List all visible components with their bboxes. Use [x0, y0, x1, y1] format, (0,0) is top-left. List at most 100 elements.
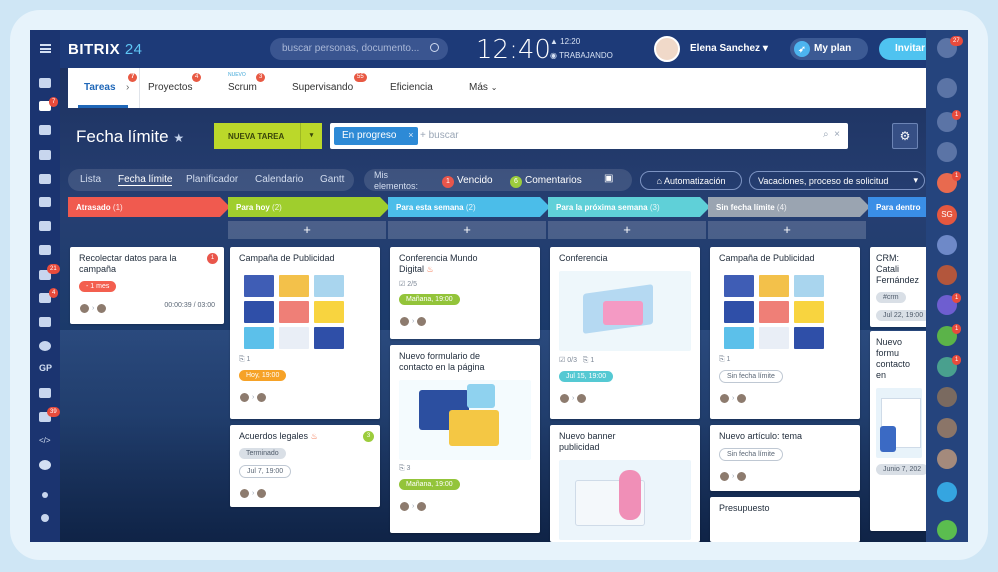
- avatar[interactable]: [719, 471, 730, 483]
- task-card[interactable]: CRM: Catali Fernández #crm Jul 22, 19:00: [870, 247, 931, 327]
- tab-scrum[interactable]: NUEVO Scrum 3: [228, 72, 266, 93]
- menu-icon[interactable]: [40, 44, 51, 53]
- deadline-tag[interactable]: Jul 15, 19:00: [559, 371, 614, 382]
- column-header[interactable]: Para la próxima semana (3): [548, 197, 710, 217]
- my-plan-button[interactable]: ➶ My plan: [790, 38, 868, 60]
- box-icon[interactable]: [39, 388, 51, 398]
- new-task-button[interactable]: NUEVA TAREA ▾: [214, 123, 322, 149]
- avatar[interactable]: [79, 303, 90, 315]
- deadline-tag[interactable]: Sin fecha límite: [719, 448, 783, 461]
- overdue-counter[interactable]: 1 Vencido: [442, 175, 493, 188]
- star-icon[interactable]: ★: [173, 131, 184, 145]
- mail-icon[interactable]: [39, 221, 51, 231]
- feed-icon[interactable]: [39, 78, 51, 88]
- view-gantt[interactable]: Gantt: [320, 174, 344, 185]
- tab-tareas[interactable]: Tareas 7: [84, 73, 138, 93]
- task-card[interactable]: Presupuesto: [710, 497, 860, 542]
- avatar[interactable]: [416, 501, 428, 513]
- add-task-button[interactable]: +: [388, 221, 546, 239]
- filter-search[interactable]: En progreso × + buscar ⌕ ×: [330, 123, 848, 149]
- contacts-icon[interactable]: [39, 245, 51, 255]
- tab-eficiencia[interactable]: Eficiencia: [390, 82, 433, 93]
- column-header[interactable]: Sin fecha límite (4): [708, 197, 870, 217]
- avatar[interactable]: [96, 303, 108, 315]
- avatar[interactable]: [239, 488, 250, 500]
- search-input[interactable]: buscar personas, documento...: [270, 38, 448, 60]
- search-icon[interactable]: [937, 142, 957, 162]
- share-icon[interactable]: [937, 482, 957, 502]
- drive-icon[interactable]: [39, 174, 51, 184]
- bell-icon[interactable]: [937, 78, 957, 98]
- tab-proyectos[interactable]: Proyectos 4: [148, 73, 202, 93]
- deadline-tag[interactable]: Jul 22, 19:00: [876, 310, 931, 321]
- tab-supervisando[interactable]: Supervisando 55: [292, 73, 367, 93]
- comments-counter[interactable]: 6 Comentarios: [510, 175, 582, 188]
- add-task-button[interactable]: +: [228, 221, 386, 239]
- video-icon[interactable]: [39, 317, 51, 327]
- gp-label[interactable]: GP: [39, 363, 52, 373]
- user-name[interactable]: Elena Sanchez ▾: [690, 43, 768, 54]
- deadline-tag[interactable]: Mañana, 19:00: [399, 479, 460, 490]
- avatar[interactable]: [399, 501, 410, 513]
- avatar[interactable]: [416, 316, 428, 328]
- view-calendario[interactable]: Calendario: [255, 174, 303, 185]
- avatar[interactable]: [736, 393, 748, 405]
- code-icon[interactable]: </>: [39, 436, 51, 446]
- task-card[interactable]: Nuevo banner publicidad: [550, 425, 700, 542]
- phone-icon[interactable]: [937, 520, 957, 540]
- avatar[interactable]: SG: [937, 205, 957, 225]
- close-icon[interactable]: ×: [408, 130, 413, 140]
- deadline-tag[interactable]: Jul 7, 19:00: [239, 465, 292, 478]
- avatar[interactable]: [256, 488, 268, 500]
- task-card[interactable]: Nuevo artículo: tema Sin fecha límite ›: [710, 425, 860, 491]
- task-card[interactable]: Recolectar datos para la campaña 1 - 1 m…: [70, 247, 224, 324]
- avatar[interactable]: [937, 387, 957, 407]
- column-header[interactable]: Para hoy (2): [228, 197, 390, 217]
- logo[interactable]: BITRIX 24: [68, 41, 143, 58]
- target-icon[interactable]: [39, 341, 51, 351]
- view-fecha-limite[interactable]: Fecha límite: [118, 174, 173, 186]
- user-avatar[interactable]: [654, 36, 680, 62]
- add-task-button[interactable]: +: [548, 221, 706, 239]
- avatar[interactable]: [576, 393, 588, 405]
- avatar[interactable]: [719, 393, 730, 405]
- view-lista[interactable]: Lista: [80, 174, 101, 185]
- view-planificador[interactable]: Planificador: [186, 174, 238, 185]
- task-card[interactable]: Conferencia ☑ 0/3 ⎘ 1 Jul 15, 19:00 ›: [550, 247, 700, 419]
- avatar[interactable]: [399, 316, 410, 328]
- avatar[interactable]: [937, 418, 957, 438]
- chat-icon[interactable]: ▣: [604, 173, 613, 184]
- task-card[interactable]: Nuevo formulario de contacto en la págin…: [390, 345, 540, 533]
- task-card[interactable]: Campaña de Publicidad ⎘ 1 Sin fecha lími…: [710, 247, 860, 419]
- automation-button[interactable]: ⌂ Automatización: [640, 171, 742, 190]
- avatar[interactable]: [256, 392, 268, 404]
- deadline-tag[interactable]: Sin fecha límite: [719, 370, 783, 383]
- avatar[interactable]: [736, 471, 748, 483]
- search-icon[interactable]: ⌕ ×: [823, 129, 840, 140]
- tab-mas[interactable]: Más ⌄: [469, 82, 497, 93]
- column-header[interactable]: Atrasado (1): [68, 197, 230, 217]
- gear-icon[interactable]: ⚙: [892, 123, 918, 149]
- column-header[interactable]: Para dentro: [868, 197, 926, 217]
- add-task-button[interactable]: +: [708, 221, 866, 239]
- chevron-down-icon[interactable]: [39, 460, 51, 470]
- column-header[interactable]: Para esta semana (2): [388, 197, 550, 217]
- clock-meta[interactable]: ▲ 12:20 ◉ TRABAJANDO: [550, 35, 613, 63]
- task-card[interactable]: Conferencia Mundo Digital ♨ ☑ 2/5 Mañana…: [390, 247, 540, 339]
- deadline-tag[interactable]: Junio 7, 202: [876, 464, 929, 475]
- task-card[interactable]: Nuevo formu contacto en Junio 7, 202: [870, 331, 929, 531]
- vacations-dropdown[interactable]: Vacaciones, proceso de solicitud ▾: [749, 171, 925, 190]
- deadline-tag[interactable]: - 1 mes: [79, 281, 117, 292]
- avatar[interactable]: [239, 392, 250, 404]
- task-card[interactable]: Acuerdos legales ♨ 3 Terminado Jul 7, 19…: [230, 425, 380, 507]
- filter-chip[interactable]: En progreso ×: [334, 127, 419, 145]
- group-chat-icon[interactable]: [937, 235, 957, 255]
- task-card[interactable]: Campaña de Publicidad ⎘ 1 Hoy, 19:00 ›: [230, 247, 380, 419]
- deadline-tag[interactable]: Mañana, 19:00: [399, 294, 460, 305]
- groups-icon[interactable]: [39, 150, 51, 160]
- sitemap-icon[interactable]: [42, 492, 48, 498]
- avatar[interactable]: [559, 393, 570, 405]
- calendar-icon[interactable]: [39, 125, 51, 135]
- docs-icon[interactable]: [39, 197, 51, 207]
- settings-icon[interactable]: [41, 514, 49, 522]
